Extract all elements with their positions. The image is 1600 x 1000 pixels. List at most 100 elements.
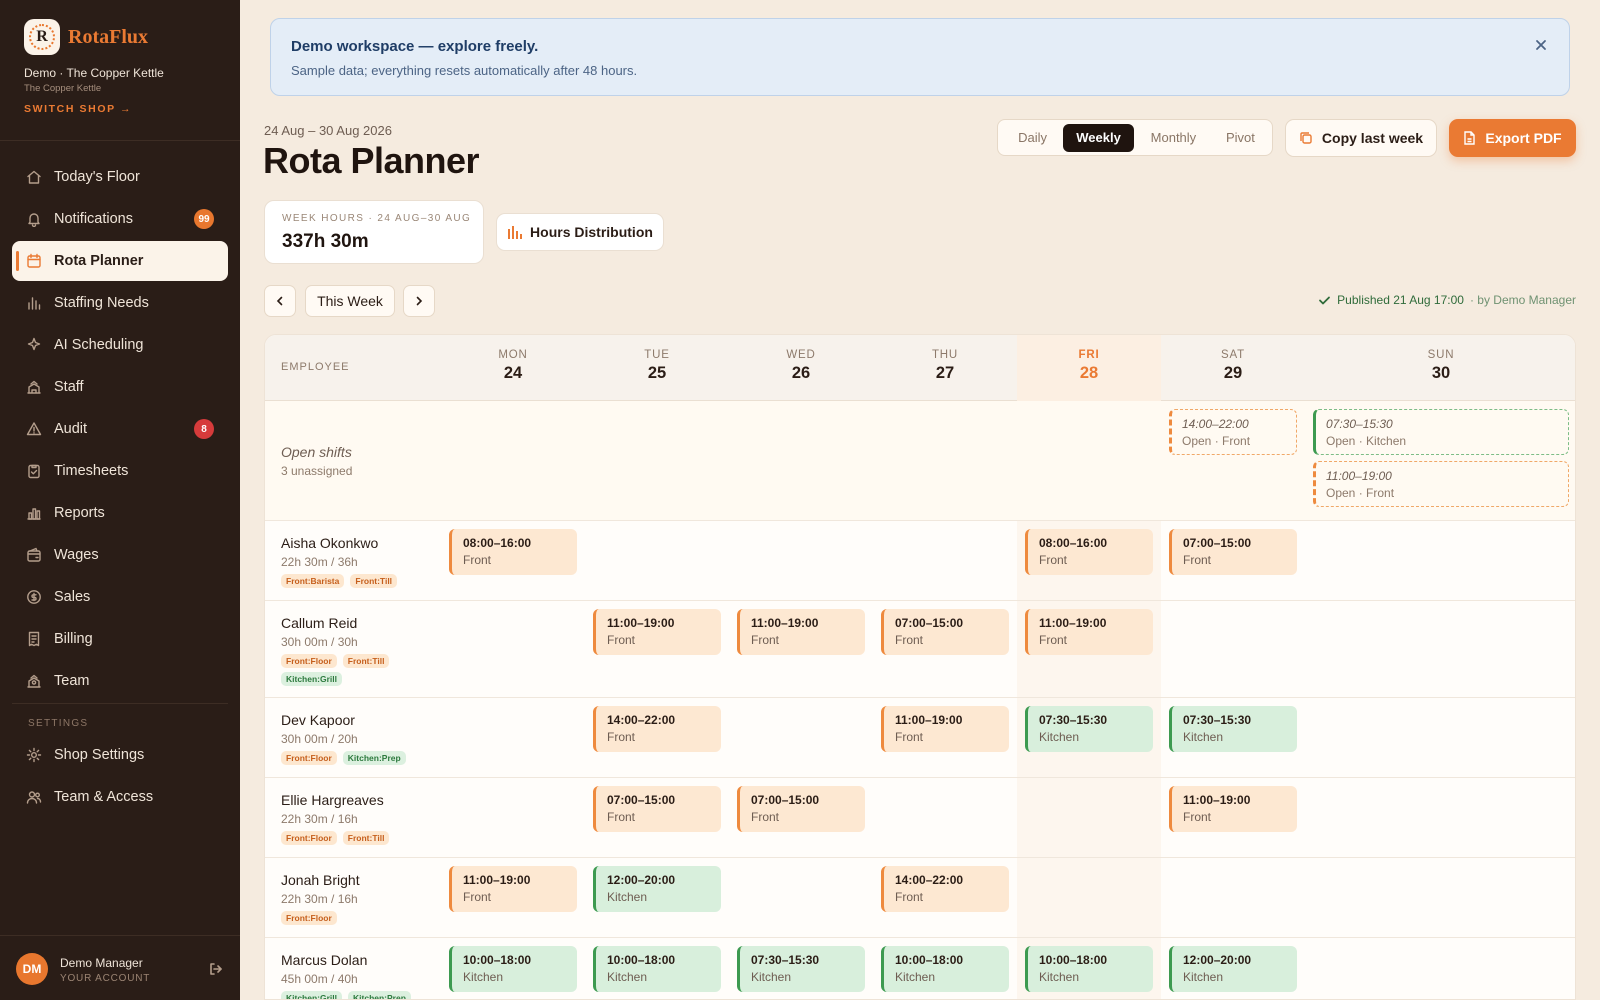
day-header-tue: TUE 25 xyxy=(585,335,729,401)
open-shifts-count: 3 unassigned xyxy=(281,464,353,478)
chevron-left-icon xyxy=(276,296,283,306)
rota-grid: EMPLOYEE MON 24 TUE 25 WED 26 THU 27 FRI 28 SAT 29 S… xyxy=(264,334,1576,1000)
shift-card[interactable]: 07:00–15:00 Front xyxy=(881,609,1009,655)
shift-card[interactable]: 10:00–18:00 Kitchen xyxy=(881,946,1009,992)
employee-name[interactable]: Dev Kapoor xyxy=(281,712,355,728)
sidebar-item-team-access[interactable]: Team & Access xyxy=(12,777,228,817)
view-daily-button[interactable]: Daily xyxy=(1002,124,1063,152)
skill-tags: Kitchen:Grill Kitchen:Prep xyxy=(281,991,431,999)
shift-time: 07:00–15:00 xyxy=(1183,536,1252,550)
shift-card[interactable]: 07:00–15:00 Front xyxy=(737,786,865,832)
shift-card[interactable]: 10:00–18:00 Kitchen xyxy=(449,946,577,992)
check-icon xyxy=(1319,296,1331,304)
skill-tag: Front:Floor xyxy=(281,831,337,845)
employee-row: Aisha Okonkwo 22h 30m / 36h Front:Barista F… xyxy=(265,521,1575,601)
shift-card[interactable]: 07:00–15:00 Front xyxy=(593,786,721,832)
skill-tags: Front:Floor Kitchen:Prep xyxy=(281,751,431,765)
shift-card[interactable]: 07:00–15:00 Front xyxy=(1169,529,1297,575)
sidebar-item-audit[interactable]: Audit 8 xyxy=(12,409,228,449)
week-hours-card: WEEK HOURS · 24 AUG–30 AUG 337h 30m xyxy=(264,200,484,264)
employee-row: Callum Reid 30h 00m / 30h Front:Floor Front… xyxy=(265,601,1575,698)
view-pivot-button[interactable]: Pivot xyxy=(1213,124,1268,152)
previous-week-button[interactable] xyxy=(264,285,296,317)
open-shifts-label: Open shifts xyxy=(281,444,352,460)
sidebar-item-rota-planner[interactable]: Rota Planner xyxy=(12,241,228,281)
hours-distribution-label: Hours Distribution xyxy=(530,224,653,240)
shift-card[interactable]: 11:00–19:00 Front xyxy=(881,706,1009,752)
settings-nav: Shop Settings Team & Access xyxy=(12,735,228,819)
sidebar-item-shop-settings[interactable]: Shop Settings xyxy=(12,735,228,775)
day-name: WED xyxy=(786,349,816,361)
export-label: Export PDF xyxy=(1485,130,1562,146)
employee-row: Marcus Dolan 45h 00m / 40h Kitchen:Grill Ki… xyxy=(265,938,1575,999)
shift-card[interactable]: 11:00–19:00 Front xyxy=(737,609,865,655)
sidebar-item-sales[interactable]: Sales xyxy=(12,577,228,617)
shift-card[interactable]: 10:00–18:00 Kitchen xyxy=(593,946,721,992)
sidebar-item-ai-scheduling[interactable]: AI Scheduling xyxy=(12,325,228,365)
view-weekly-button[interactable]: Weekly xyxy=(1063,123,1135,152)
shift-area: Kitchen xyxy=(751,970,792,984)
sidebar-item-billing[interactable]: Billing xyxy=(12,619,228,659)
avatar[interactable]: DM xyxy=(16,953,48,985)
employee-name[interactable]: Aisha Okonkwo xyxy=(281,535,378,551)
employee-name[interactable]: Jonah Bright xyxy=(281,872,360,888)
shop-name: Demo · The Copper Kettle xyxy=(24,66,164,80)
day-header-fri: FRI 28 xyxy=(1017,335,1161,401)
employee-name[interactable]: Ellie Hargreaves xyxy=(281,792,384,808)
demo-banner: Demo workspace — explore freely. Sample … xyxy=(270,18,1570,96)
sidebar-item-label: Staffing Needs xyxy=(54,295,149,311)
shift-card[interactable]: 10:00–18:00 Kitchen xyxy=(1025,946,1153,992)
shift-area: Front xyxy=(463,553,492,567)
shift-card[interactable]: 12:00–20:00 Kitchen xyxy=(593,866,721,912)
sidebar-item-staffing-needs[interactable]: Staffing Needs xyxy=(12,283,228,323)
switch-shop-link[interactable]: SWITCH SHOP → xyxy=(24,103,132,115)
view-monthly-button[interactable]: Monthly xyxy=(1134,124,1213,152)
open-shift-card[interactable]: 07:30–15:30 Open · Kitchen xyxy=(1313,409,1569,455)
shift-card[interactable]: 07:30–15:30 Kitchen xyxy=(1169,706,1297,752)
shift-area: Open · Kitchen xyxy=(1326,434,1407,448)
shift-card[interactable]: 08:00–16:00 Front xyxy=(449,529,577,575)
sidebar-item-label: Audit xyxy=(54,421,88,437)
shift-card[interactable]: 11:00–19:00 Front xyxy=(1025,609,1153,655)
employee-row: Dev Kapoor 30h 00m / 20h Front:Floor Kitche… xyxy=(265,698,1575,778)
sidebar-item-team[interactable]: Team xyxy=(12,661,228,701)
open-shift-card[interactable]: 11:00–19:00 Open · Front xyxy=(1313,461,1569,507)
bell-icon xyxy=(28,213,40,227)
shift-card[interactable]: 07:30–15:30 Kitchen xyxy=(1025,706,1153,752)
shift-card[interactable]: 11:00–19:00 Front xyxy=(593,609,721,655)
logout-icon[interactable] xyxy=(208,961,224,977)
close-icon[interactable] xyxy=(1533,37,1549,53)
open-shift-card[interactable]: 14:00–22:00 Open · Front xyxy=(1169,409,1297,455)
sidebar-item-staff[interactable]: Staff xyxy=(12,367,228,407)
shift-card[interactable]: 08:00–16:00 Front xyxy=(1025,529,1153,575)
shift-card[interactable]: 12:00–20:00 Kitchen xyxy=(1169,946,1297,992)
day-name: SUN xyxy=(1427,349,1455,361)
sidebar-item-timesheets[interactable]: Timesheets xyxy=(12,451,228,491)
hours-distribution-button[interactable]: Hours Distribution xyxy=(496,213,664,251)
brand[interactable]: R RotaFlux xyxy=(24,19,148,55)
sidebar-item-wages[interactable]: Wages xyxy=(12,535,228,575)
next-week-button[interactable] xyxy=(403,285,435,317)
shift-card[interactable]: 14:00–22:00 Front xyxy=(593,706,721,752)
day-number: 24 xyxy=(503,364,523,382)
view-toggle: Daily Weekly Monthly Pivot xyxy=(997,119,1273,156)
sidebar-item-notifications[interactable]: Notifications 99 xyxy=(12,199,228,239)
employee-name[interactable]: Marcus Dolan xyxy=(281,952,367,968)
shift-card[interactable]: 07:30–15:30 Kitchen xyxy=(737,946,865,992)
day-header-mon: MON 24 xyxy=(441,335,585,401)
this-week-button[interactable]: This Week xyxy=(305,285,395,317)
shift-card[interactable]: 11:00–19:00 Front xyxy=(1169,786,1297,832)
sidebar-item-today-s-floor[interactable]: Today's Floor xyxy=(12,157,228,197)
notification-badge: 8 xyxy=(194,419,214,439)
sidebar-item-reports[interactable]: Reports xyxy=(12,493,228,533)
employee-column-label: EMPLOYEE xyxy=(281,361,350,373)
shift-card[interactable]: 14:00–22:00 Front xyxy=(881,866,1009,912)
shift-card[interactable]: 11:00–19:00 Front xyxy=(449,866,577,912)
skill-tag: Front:Floor xyxy=(281,751,337,765)
shift-time: 07:30–15:30 xyxy=(1183,713,1252,727)
day-number: 28 xyxy=(1079,364,1099,382)
shift-area: Front xyxy=(895,633,924,647)
export-pdf-button[interactable]: Export PDF xyxy=(1449,119,1576,157)
copy-last-week-button[interactable]: Copy last week xyxy=(1285,119,1437,157)
employee-name[interactable]: Callum Reid xyxy=(281,615,357,631)
